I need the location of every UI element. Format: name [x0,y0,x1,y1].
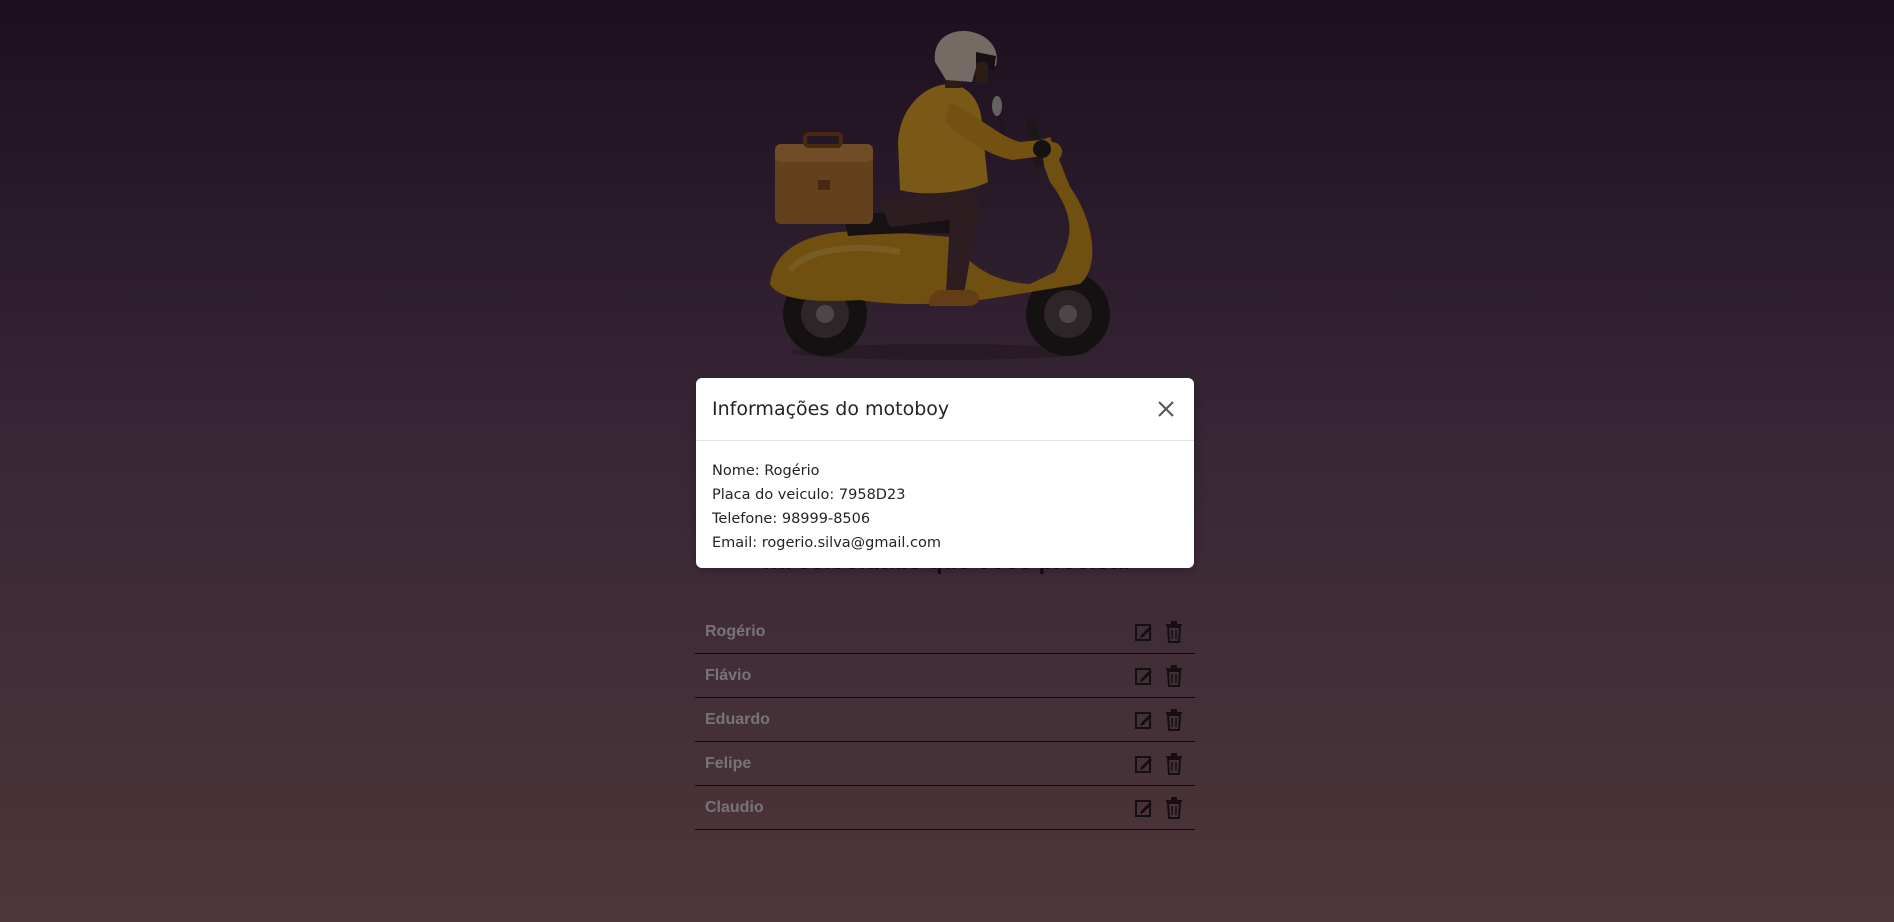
info-name: Nome: Rogério [712,463,820,479]
info-email: Email: rogerio.silva@gmail.com [712,535,942,551]
modal-title: Informações do motoboy [712,398,950,420]
modal-header: Informações do motoboy [696,378,1194,441]
info-phone: Telefone: 98999-8506 [712,511,871,527]
modal-body: Nome: Rogério Placa do veiculo: 7958D23 … [696,441,1194,555]
close-icon[interactable] [1154,397,1178,421]
info-plate: Placa do veiculo: 7958D23 [712,487,906,503]
motoboy-info-modal: Informações do motoboy Nome: Rogério Pla… [696,378,1194,568]
